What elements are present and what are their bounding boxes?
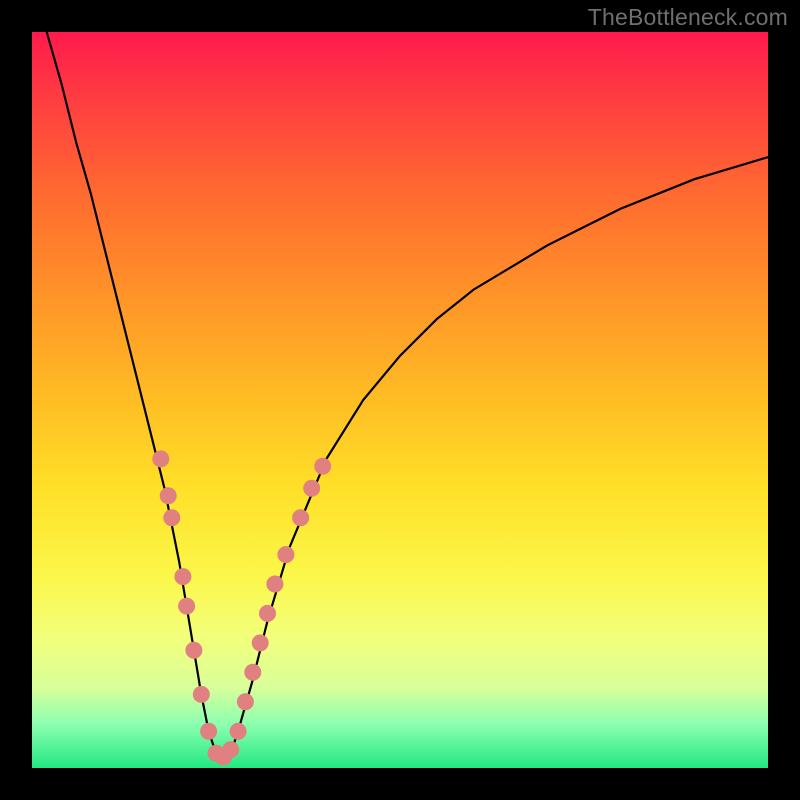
plot-area bbox=[32, 32, 768, 768]
bottleneck-curve bbox=[32, 32, 768, 768]
watermark-text: TheBottleneck.com bbox=[588, 4, 788, 31]
chart-frame: TheBottleneck.com bbox=[0, 0, 800, 800]
